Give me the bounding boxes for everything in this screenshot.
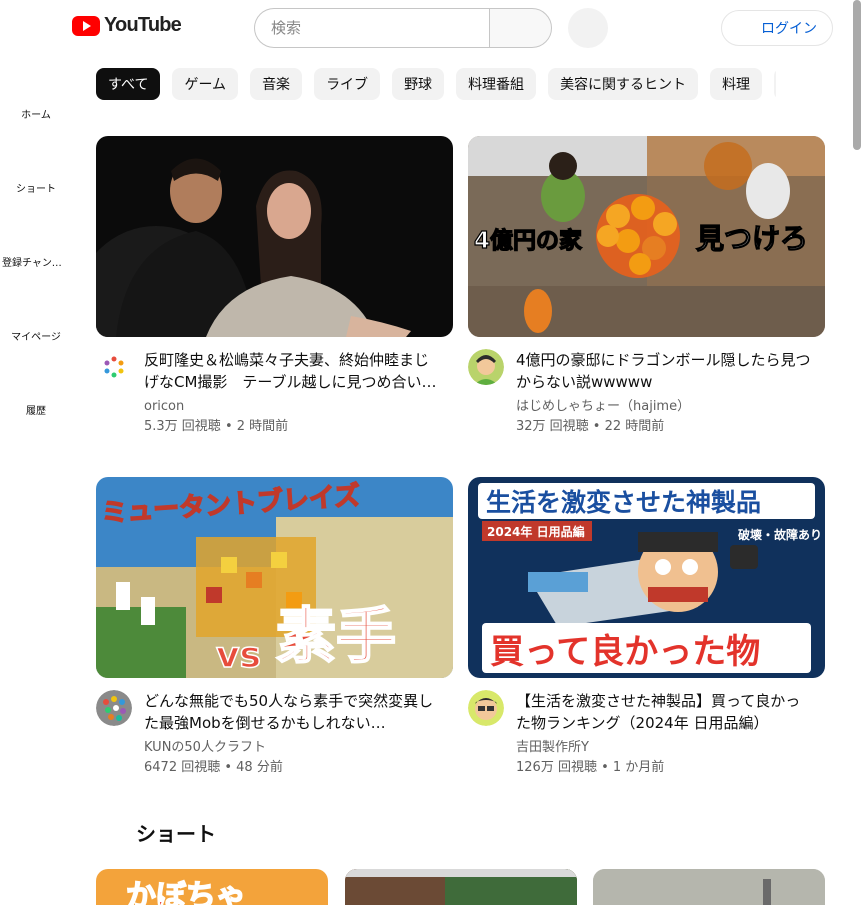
thumbnail-bottom-text: 買って良かった物 [490,632,760,672]
channel-name[interactable]: KUNの50人クラフト [144,738,439,758]
video-text: 反町隆史＆松嶋菜々子夫妻、終始仲睦まじげなCM撮影 テーブル越しに見つめ合い… … [144,349,439,437]
video-title[interactable]: 【生活を激変させた神製品】買って良かった物ランキング（2024年 日用品編） [516,690,811,734]
video-stats: 5.3万 回視聴 • 2 時間前 [144,419,289,434]
chip-baseball[interactable]: 野球 [392,68,445,100]
video-card[interactable]: 生活を激変させた神製品 2024年 日用品編 破壊・故障あり 買って良かった物 [468,477,825,780]
thumbnail-vs-text: vs [216,635,261,676]
video-stats: 6472 回視聴 • 48 分前 [144,760,283,775]
channel-avatar[interactable] [96,349,132,385]
chip-cooking[interactable]: 料理 [710,68,763,100]
video-meta: どんな無能でも50人なら素手で突然変異した最強Mobを倒せるかもしれない… KU… [96,690,453,780]
search-input[interactable] [254,8,489,48]
chip-live[interactable]: ライブ [314,68,381,100]
short-thumbnail-text: かぼちゃ [125,878,247,905]
video-text: どんな無能でも50人なら素手で突然変異した最強Mobを倒せるかもしれない… KU… [144,690,439,778]
channel-avatar[interactable] [468,349,504,385]
youtube-play-icon [72,15,100,36]
scrollbar-thumb[interactable] [853,0,861,150]
sidebar-item-history[interactable]: 履歴 [0,402,72,417]
video-meta: 【生活を激変させた神製品】買って良かった物ランキング（2024年 日用品編） 吉… [468,690,825,780]
chip-gaming[interactable]: ゲーム [172,68,239,100]
short-image [345,869,577,905]
video-stats: 32万 回視聴 • 22 時間前 [516,419,665,434]
thumbnail-image: 4億円の家 見つけろ [468,136,825,337]
channel-name[interactable]: はじめしゃちょー（hajime） [516,397,811,417]
chip-beauty-tips[interactable]: 美容に関するヒント [548,68,699,100]
video-text: 4億円の豪邸にドラゴンボール隠したら見つからない説wwwww はじめしゃちょー（… [516,349,811,437]
channel-name[interactable]: 吉田製作所Y [516,738,811,758]
video-meta: 4億円の豪邸にドラゴンボール隠したら見つからない説wwwww はじめしゃちょー（… [468,349,825,439]
sidebar-item-home[interactable]: ホーム [0,106,72,121]
video-card[interactable]: ミュータントブレイズ vs 素手 どんな無能でも50人なら素手で突然変異した最強… [96,477,453,780]
video-title[interactable]: 4億円の豪邸にドラゴンボール隠したら見つからない説wwwww [516,349,811,393]
video-thumbnail[interactable] [96,136,453,337]
chip-all[interactable]: すべて [96,68,161,100]
short-thumbnail[interactable]: かぼちゃ [96,869,328,905]
chip-more[interactable] [774,68,776,100]
logo-text: YouTube [104,14,182,36]
video-thumbnail[interactable]: 4億円の家 見つけろ [468,136,825,337]
video-thumbnail[interactable]: ミュータントブレイズ vs 素手 [96,477,453,678]
login-label: ログイン [761,21,817,37]
youtube-logo[interactable]: YouTube [72,14,182,37]
video-thumbnail[interactable]: 生活を激変させた神製品 2024年 日用品編 破壊・故障あり 買って良かった物 [468,477,825,678]
video-card[interactable]: 4億円の家 見つけろ 4億円の豪邸にドラゴンボール隠したら見つからない説wwww… [468,136,825,439]
search-bar [254,8,552,48]
video-meta: 反町隆史＆松嶋菜々子夫妻、終始仲睦まじげなCM撮影 テーブル越しに見つめ合い… … [96,349,453,439]
avatar-image [468,690,504,726]
filter-chips: すべて ゲーム 音楽 ライブ 野球 料理番組 美容に関するヒント 料理 [96,68,776,100]
sidebar-item-shorts[interactable]: ショート [0,180,72,195]
video-card[interactable]: 反町隆史＆松嶋菜々子夫妻、終始仲睦まじげなCM撮影 テーブル越しに見つめ合い… … [96,136,453,439]
thumbnail-image: ミュータントブレイズ vs 素手 [96,477,453,678]
channel-avatar[interactable] [96,690,132,726]
short-thumbnail[interactable] [593,869,825,905]
thumbnail-right-text: 見つけろ [696,222,808,255]
short-image [593,869,825,905]
sidebar-item-subscriptions[interactable]: 登録チャンネル [0,254,72,269]
video-title[interactable]: 反町隆史＆松嶋菜々子夫妻、終始仲睦まじげなCM撮影 テーブル越しに見つめ合い… [144,349,439,393]
voice-search-button[interactable] [568,8,608,48]
login-button[interactable]: ログイン [721,10,833,46]
thumbnail-top-text: 生活を激変させた神製品 [486,488,761,517]
search-button[interactable] [489,8,552,48]
video-stats: 126万 回視聴 • 1 か月前 [516,760,665,775]
channel-avatar[interactable] [468,690,504,726]
thumbnail-badge-text: 2024年 日用品編 [487,524,585,539]
thumbnail-image [96,136,453,337]
thumbnail-image: 生活を激変させた神製品 2024年 日用品編 破壊・故障あり 買って良かった物 [468,477,825,678]
chip-cooking-show[interactable]: 料理番組 [456,68,537,100]
channel-name[interactable]: oricon [144,397,439,417]
avatar-image [468,349,504,385]
avatar-image [96,690,132,726]
sidebar-item-you[interactable]: マイページ [0,328,72,343]
video-title[interactable]: どんな無能でも50人なら素手で突然変異した最強Mobを倒せるかもしれない… [144,690,439,734]
shorts-section-title: ショート [136,822,216,846]
avatar-image [96,349,132,385]
thumbnail-left-text: 4億円の家 [474,227,582,254]
thumbnail-bottom-text: 素手 [276,602,396,672]
thumbnail-note-text: 破壊・故障あり [738,527,822,542]
chip-music[interactable]: 音楽 [250,68,303,100]
video-text: 【生活を激変させた神製品】買って良かった物ランキング（2024年 日用品編） 吉… [516,690,811,778]
short-thumbnail[interactable] [345,869,577,905]
